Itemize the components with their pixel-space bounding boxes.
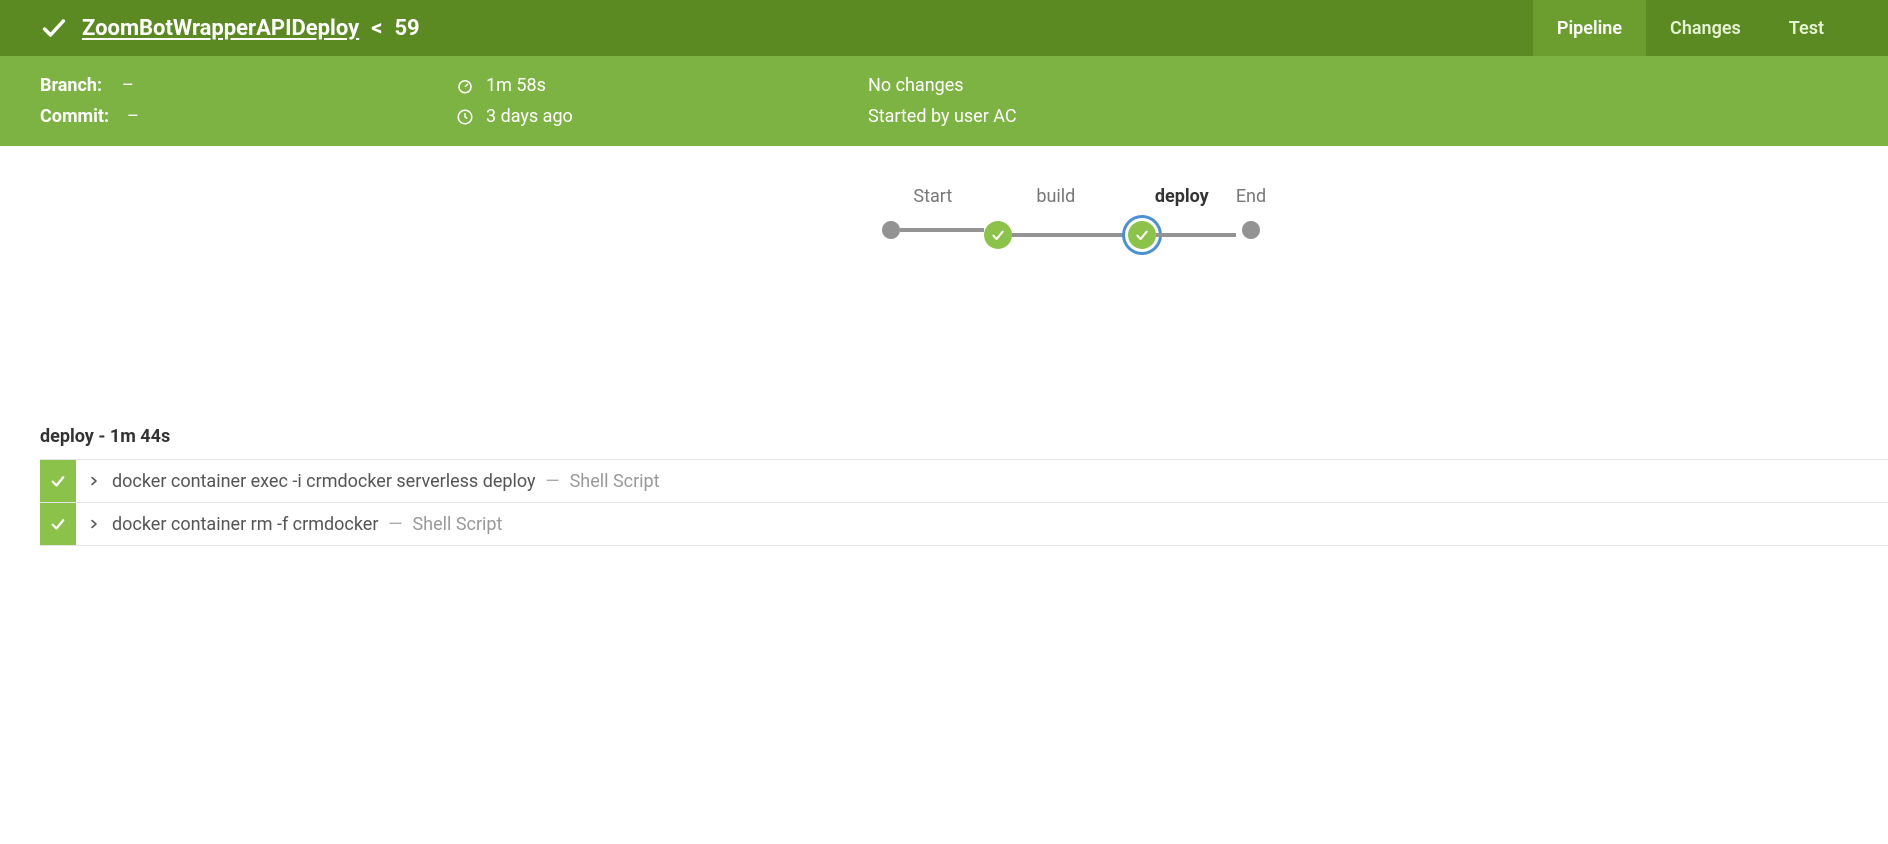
step-type: Shell Script <box>570 471 660 492</box>
branch-value: – <box>122 75 134 96</box>
tab-pipeline[interactable]: Pipeline <box>1533 0 1646 56</box>
chevron-left-icon[interactable]: < <box>371 16 382 41</box>
tab-changes[interactable]: Changes <box>1646 0 1765 56</box>
stage-end[interactable]: End <box>1236 186 1266 239</box>
check-icon <box>49 472 67 490</box>
header-bar: ZoomBotWrapperAPIDeploy < 59 Pipeline Ch… <box>0 0 1888 56</box>
time-value: 3 days ago <box>486 106 573 127</box>
stage-node-success-selected <box>1128 221 1156 249</box>
step-separator: — <box>546 471 560 492</box>
branch-label: Branch: <box>40 75 104 96</box>
header-tabs: Pipeline Changes Test <box>1533 0 1848 56</box>
stopwatch-icon <box>456 77 474 95</box>
duration-row: 1m 58s <box>456 75 868 96</box>
stage-start[interactable]: Start <box>882 186 984 239</box>
commit-label: Commit: <box>40 106 109 127</box>
step-status-success <box>40 503 76 545</box>
step-row[interactable]: docker container exec -i crmdocker serve… <box>40 459 1888 503</box>
stage-label: build <box>1036 186 1075 207</box>
steps-section: deploy - 1m 44s docker container exec -i… <box>0 426 1888 546</box>
commit-row: Commit: – <box>40 106 456 127</box>
step-command: docker container exec -i crmdocker serve… <box>112 471 536 492</box>
step-type: Shell Script <box>412 514 502 535</box>
pipeline-graph-area: Start build deploy <box>0 146 1888 426</box>
tab-tests[interactable]: Test <box>1765 0 1848 56</box>
expand-chevron[interactable] <box>76 460 112 502</box>
success-check-icon <box>40 14 68 42</box>
time-row: 3 days ago <box>456 106 868 127</box>
stage-row: Start build deploy <box>260 186 1888 249</box>
step-command: docker container rm -f crmdocker <box>112 514 378 535</box>
duration-value: 1m 58s <box>486 75 546 96</box>
commit-value: – <box>127 106 139 127</box>
stage-deploy[interactable]: deploy <box>1128 186 1236 249</box>
chevron-right-icon <box>88 475 100 487</box>
step-row[interactable]: docker container rm -f crmdocker — Shell… <box>40 502 1888 546</box>
build-info-bar: Branch: – Commit: – 1m 58s 3 days ago No… <box>0 56 1888 146</box>
stage-heading: deploy - 1m 44s <box>40 426 1888 447</box>
stage-connector <box>1012 233 1128 237</box>
stage-label: End <box>1236 186 1266 207</box>
build-number: 59 <box>394 16 419 41</box>
changes-value: No changes <box>868 75 964 96</box>
check-icon <box>49 515 67 533</box>
check-icon <box>1134 227 1150 243</box>
chevron-right-icon <box>88 518 100 530</box>
step-status-success <box>40 460 76 502</box>
started-by-row: Started by user AC <box>868 106 1848 127</box>
started-by-value: Started by user AC <box>868 106 1017 127</box>
stage-label: deploy <box>1155 186 1209 207</box>
stage-label: Start <box>913 186 952 207</box>
stage-node-dot <box>1242 221 1260 239</box>
stage-connector <box>900 228 984 232</box>
step-separator: — <box>388 514 402 535</box>
changes-row: No changes <box>868 75 1848 96</box>
pipeline-name-link[interactable]: ZoomBotWrapperAPIDeploy <box>82 16 359 41</box>
clock-icon <box>456 108 474 126</box>
stage-node-success <box>984 221 1012 249</box>
expand-chevron[interactable] <box>76 503 112 545</box>
stage-node-dot <box>882 221 900 239</box>
stage-connector <box>1156 233 1236 237</box>
branch-row: Branch: – <box>40 75 456 96</box>
stage-build[interactable]: build <box>984 186 1128 249</box>
check-icon <box>990 227 1006 243</box>
